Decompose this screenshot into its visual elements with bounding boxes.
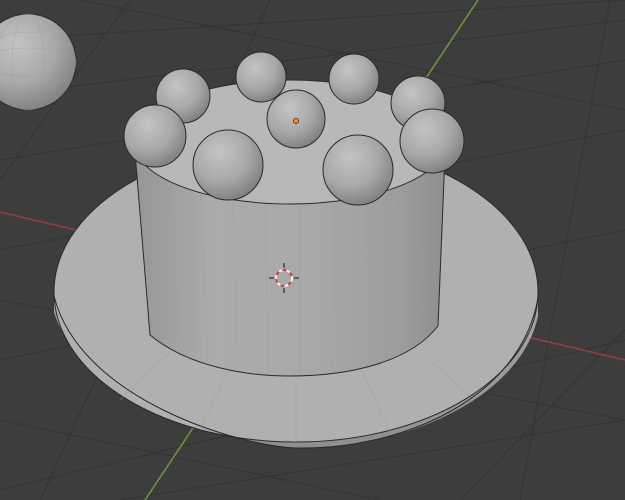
top-sphere[interactable] xyxy=(328,53,380,105)
background-sphere[interactable] xyxy=(0,13,77,111)
top-sphere[interactable] xyxy=(235,51,287,103)
3d-viewport[interactable] xyxy=(0,0,625,500)
top-sphere[interactable] xyxy=(322,134,394,206)
top-sphere[interactable] xyxy=(192,129,264,201)
top-sphere[interactable] xyxy=(399,108,465,174)
top-sphere[interactable] xyxy=(123,104,187,168)
viewport-canvas[interactable] xyxy=(0,0,625,500)
object-origin-icon xyxy=(293,118,299,124)
